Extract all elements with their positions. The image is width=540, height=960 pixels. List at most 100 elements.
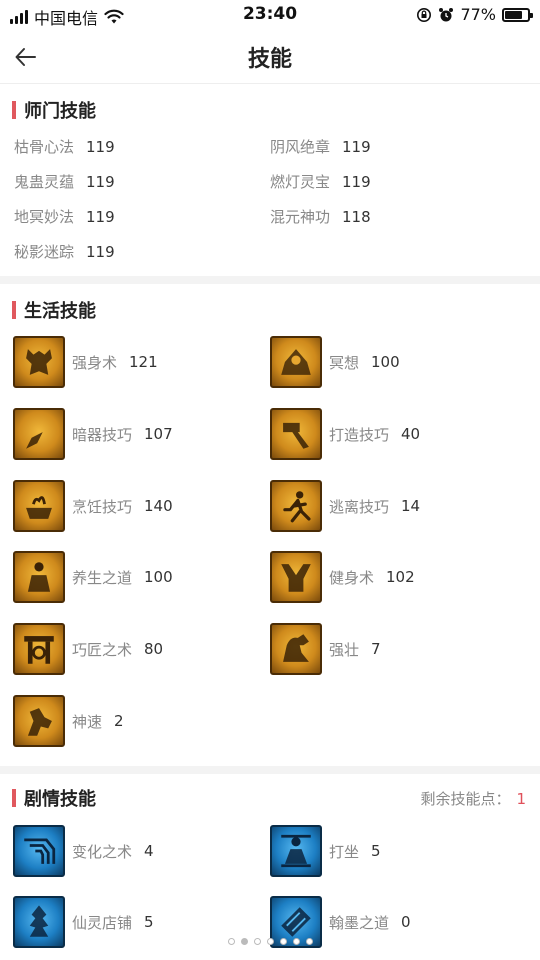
cooking-icon <box>13 480 65 532</box>
sect-skill-item: 混元神功 118 <box>270 206 371 227</box>
rotation-lock-icon <box>417 7 432 22</box>
life-skills-title: 生活技能 <box>24 301 96 322</box>
remaining-points-label: 剩余技能点： <box>420 790 511 808</box>
skill-level: 14 <box>401 497 421 515</box>
speed-icon <box>13 695 65 747</box>
skill-name: 变化之术 <box>72 842 133 861</box>
sect-skills-title: 师门技能 <box>24 101 96 122</box>
section-divider <box>0 766 540 774</box>
skill-level: 4 <box>144 842 154 860</box>
skill-name: 打坐 <box>329 842 360 861</box>
escape-icon <box>270 480 322 532</box>
life-skill-item[interactable]: 打造技巧 40 <box>270 408 420 460</box>
fitness-icon <box>270 551 322 603</box>
life-skill-item[interactable]: 冥想 100 <box>270 336 400 388</box>
sect-skills-header: 师门技能 <box>12 96 96 124</box>
skill-level: 0 <box>401 913 411 931</box>
skill-level: 119 <box>342 138 371 156</box>
page-dot[interactable] <box>253 938 261 945</box>
page-dot[interactable] <box>305 938 313 945</box>
story-skills-header: 剧情技能 <box>12 784 96 812</box>
skill-name: 健身术 <box>329 568 375 587</box>
skill-level: 119 <box>86 138 115 156</box>
muscle-icon <box>270 623 322 675</box>
body-strength-icon <box>13 336 65 388</box>
battery-level <box>505 10 522 19</box>
skill-name: 巧匠之术 <box>72 640 133 659</box>
sect-skill-item: 秘影迷踪 119 <box>14 241 115 262</box>
page-dot[interactable] <box>292 938 300 945</box>
sect-skill-item: 地冥妙法 119 <box>14 206 115 227</box>
sect-skill-item: 鬼蛊灵蕴 119 <box>14 171 115 192</box>
skill-name: 仙灵店铺 <box>72 913 133 932</box>
skill-name: 强壮 <box>329 640 360 659</box>
health-icon <box>13 551 65 603</box>
skill-level: 140 <box>144 497 173 515</box>
life-skill-item[interactable]: 巧匠之术 80 <box>13 623 163 675</box>
skill-level: 121 <box>129 353 158 371</box>
craftsman-icon <box>13 623 65 675</box>
skill-name: 神速 <box>72 712 103 731</box>
skill-level: 107 <box>144 425 173 443</box>
skill-name: 秘影迷踪 <box>14 243 75 261</box>
page-dot[interactable] <box>266 938 274 945</box>
transform-icon <box>13 825 65 877</box>
skill-name: 枯骨心法 <box>14 138 75 156</box>
sect-skill-item: 阴风绝章 119 <box>270 136 371 157</box>
life-skill-item[interactable]: 养生之道 100 <box>13 551 173 603</box>
life-skill-item[interactable]: 强身术 121 <box>13 336 158 388</box>
skill-level: 100 <box>371 353 400 371</box>
status-bar: 中国电信 23:40 77% <box>0 0 540 30</box>
skill-name: 打造技巧 <box>329 425 390 444</box>
story-skills-title: 剧情技能 <box>24 789 96 810</box>
life-skill-item[interactable]: 神速 2 <box>13 695 124 747</box>
remaining-skill-points: 剩余技能点： 1 <box>420 788 526 809</box>
dart-icon <box>13 408 65 460</box>
page-indicator <box>0 938 540 945</box>
life-skill-item[interactable]: 强壮 7 <box>270 623 381 675</box>
remaining-points-value: 1 <box>516 790 526 808</box>
skill-name: 燃灯灵宝 <box>270 173 331 191</box>
skill-level: 5 <box>144 913 154 931</box>
skill-name: 暗器技巧 <box>72 425 133 444</box>
life-skill-item[interactable]: 暗器技巧 107 <box>13 408 173 460</box>
skill-name: 强身术 <box>72 353 118 372</box>
skill-name: 混元神功 <box>270 208 331 226</box>
page-dot[interactable] <box>279 938 287 945</box>
life-skill-item[interactable]: 烹饪技巧 140 <box>13 480 173 532</box>
skill-name: 地冥妙法 <box>14 208 75 226</box>
skill-level: 2 <box>114 712 124 730</box>
sect-skill-item: 燃灯灵宝 119 <box>270 171 371 192</box>
life-skills-header: 生活技能 <box>12 296 96 324</box>
section-marker <box>12 789 16 807</box>
skill-name: 鬼蛊灵蕴 <box>14 173 75 191</box>
skill-level: 80 <box>144 640 164 658</box>
skill-name: 烹饪技巧 <box>72 497 133 516</box>
story-skill-item[interactable]: 变化之术 4 <box>13 825 154 877</box>
skill-name: 逃离技巧 <box>329 497 390 516</box>
skill-name: 冥想 <box>329 353 360 372</box>
skill-level: 5 <box>371 842 381 860</box>
skill-name: 养生之道 <box>72 568 133 587</box>
skill-level: 118 <box>342 208 371 226</box>
skill-level: 40 <box>401 425 421 443</box>
battery-icon <box>502 7 533 22</box>
battery-percent: 77% <box>460 5 496 24</box>
section-marker <box>12 101 16 119</box>
sect-skill-item: 枯骨心法 119 <box>14 136 115 157</box>
sitting-icon <box>270 825 322 877</box>
life-skill-item[interactable]: 逃离技巧 14 <box>270 480 420 532</box>
skill-level: 119 <box>86 173 115 191</box>
skill-level: 7 <box>371 640 381 658</box>
skill-level: 119 <box>342 173 371 191</box>
life-skill-item[interactable]: 健身术 102 <box>270 551 415 603</box>
section-divider <box>0 276 540 284</box>
skill-name: 阴风绝章 <box>270 138 331 156</box>
page-dot[interactable] <box>227 938 235 945</box>
skill-level: 119 <box>86 208 115 226</box>
section-marker <box>12 301 16 319</box>
alarm-icon <box>439 7 454 21</box>
nav-bar: 技能 <box>0 30 540 84</box>
story-skill-item[interactable]: 打坐 5 <box>270 825 381 877</box>
page-dot[interactable] <box>240 938 248 945</box>
